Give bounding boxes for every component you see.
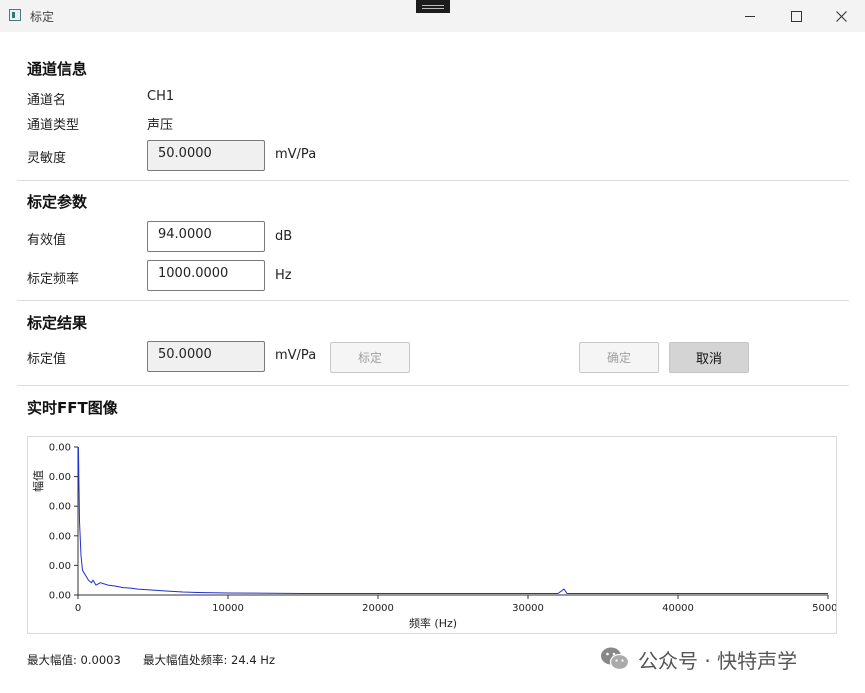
- y-tick-label: 0.00: [49, 502, 71, 513]
- calibration-freq-label: 标定频率: [27, 272, 80, 287]
- fft-section-title: 实时FFT图像: [27, 399, 118, 417]
- close-icon: [835, 10, 847, 22]
- channel-type-value: 声压: [147, 118, 174, 133]
- minimize-button[interactable]: [735, 4, 765, 28]
- minimize-icon: [745, 15, 755, 17]
- calibration-freq-input[interactable]: 1000.0000: [147, 260, 265, 291]
- calibration-result-title: 标定结果: [27, 314, 88, 332]
- rms-unit: dB: [275, 229, 293, 244]
- fft-series-line: [77, 446, 828, 594]
- calibration-params-title: 标定参数: [27, 193, 88, 211]
- channel-type-label: 通道类型: [27, 118, 80, 133]
- wechat-icon: [601, 647, 630, 671]
- x-tick-label: 30000: [512, 603, 544, 614]
- calibration-value-unit: mV/Pa: [275, 348, 317, 363]
- rms-input[interactable]: 94.0000: [147, 221, 265, 252]
- x-tick-label: 50000: [812, 603, 836, 614]
- x-tick-label: 20000: [362, 603, 394, 614]
- y-tick-label: 0.00: [49, 561, 71, 572]
- window-title: 标定: [30, 10, 55, 24]
- fft-chart: 0.00 0.00 0.00 0.00 0.00 0.00 0 10000 20000 3000…: [32, 443, 844, 631]
- sensitivity-field[interactable]: 50.0000: [147, 140, 265, 171]
- watermark-text: 公众号 · 快特声学: [638, 648, 798, 673]
- title-bar: 标定: [0, 0, 865, 32]
- close-button[interactable]: [826, 4, 856, 28]
- x-tick-label: 40000: [662, 603, 694, 614]
- cancel-button[interactable]: 取消: [669, 342, 749, 373]
- max-frequency-status: 最大幅值处频率: 24.4 Hz: [143, 653, 275, 667]
- sensitivity-label: 灵敏度: [27, 151, 67, 166]
- confirm-button[interactable]: 确定: [579, 342, 659, 373]
- x-tick-label: 0: [75, 603, 81, 614]
- y-tick-label: 0.00: [49, 472, 71, 483]
- calibration-value-field[interactable]: 50.0000: [147, 341, 265, 372]
- maximize-icon: [790, 10, 802, 22]
- y-tick-label: 0.00: [49, 443, 71, 454]
- divider: [17, 180, 849, 181]
- y-tick-label: 0.00: [49, 591, 71, 602]
- x-tick-label: 10000: [212, 603, 244, 614]
- divider: [17, 300, 849, 301]
- divider: [17, 385, 849, 386]
- sensitivity-unit: mV/Pa: [275, 147, 317, 162]
- x-axis-label: 频率 (Hz): [409, 616, 457, 630]
- max-amplitude-status: 最大幅值: 0.0003: [27, 653, 121, 667]
- watermark: 公众号 · 快特声学: [600, 642, 797, 676]
- calibration-value-label: 标定值: [27, 352, 67, 367]
- y-axis-label: 幅值: [32, 470, 45, 492]
- rms-label: 有效值: [27, 233, 67, 248]
- channel-name-value: CH1: [147, 89, 175, 104]
- calibration-freq-unit: Hz: [275, 268, 292, 283]
- maximize-button[interactable]: [781, 4, 811, 28]
- channel-info-title: 通道信息: [27, 60, 88, 78]
- calibrate-button[interactable]: 标定: [330, 342, 410, 373]
- y-tick-label: 0.00: [49, 531, 71, 542]
- channel-name-label: 通道名: [27, 93, 67, 108]
- drag-handle-icon[interactable]: [416, 0, 450, 13]
- fft-chart-panel: 0.00 0.00 0.00 0.00 0.00 0.00 0 10000 20000 3000…: [27, 436, 844, 634]
- app-icon: [9, 9, 21, 21]
